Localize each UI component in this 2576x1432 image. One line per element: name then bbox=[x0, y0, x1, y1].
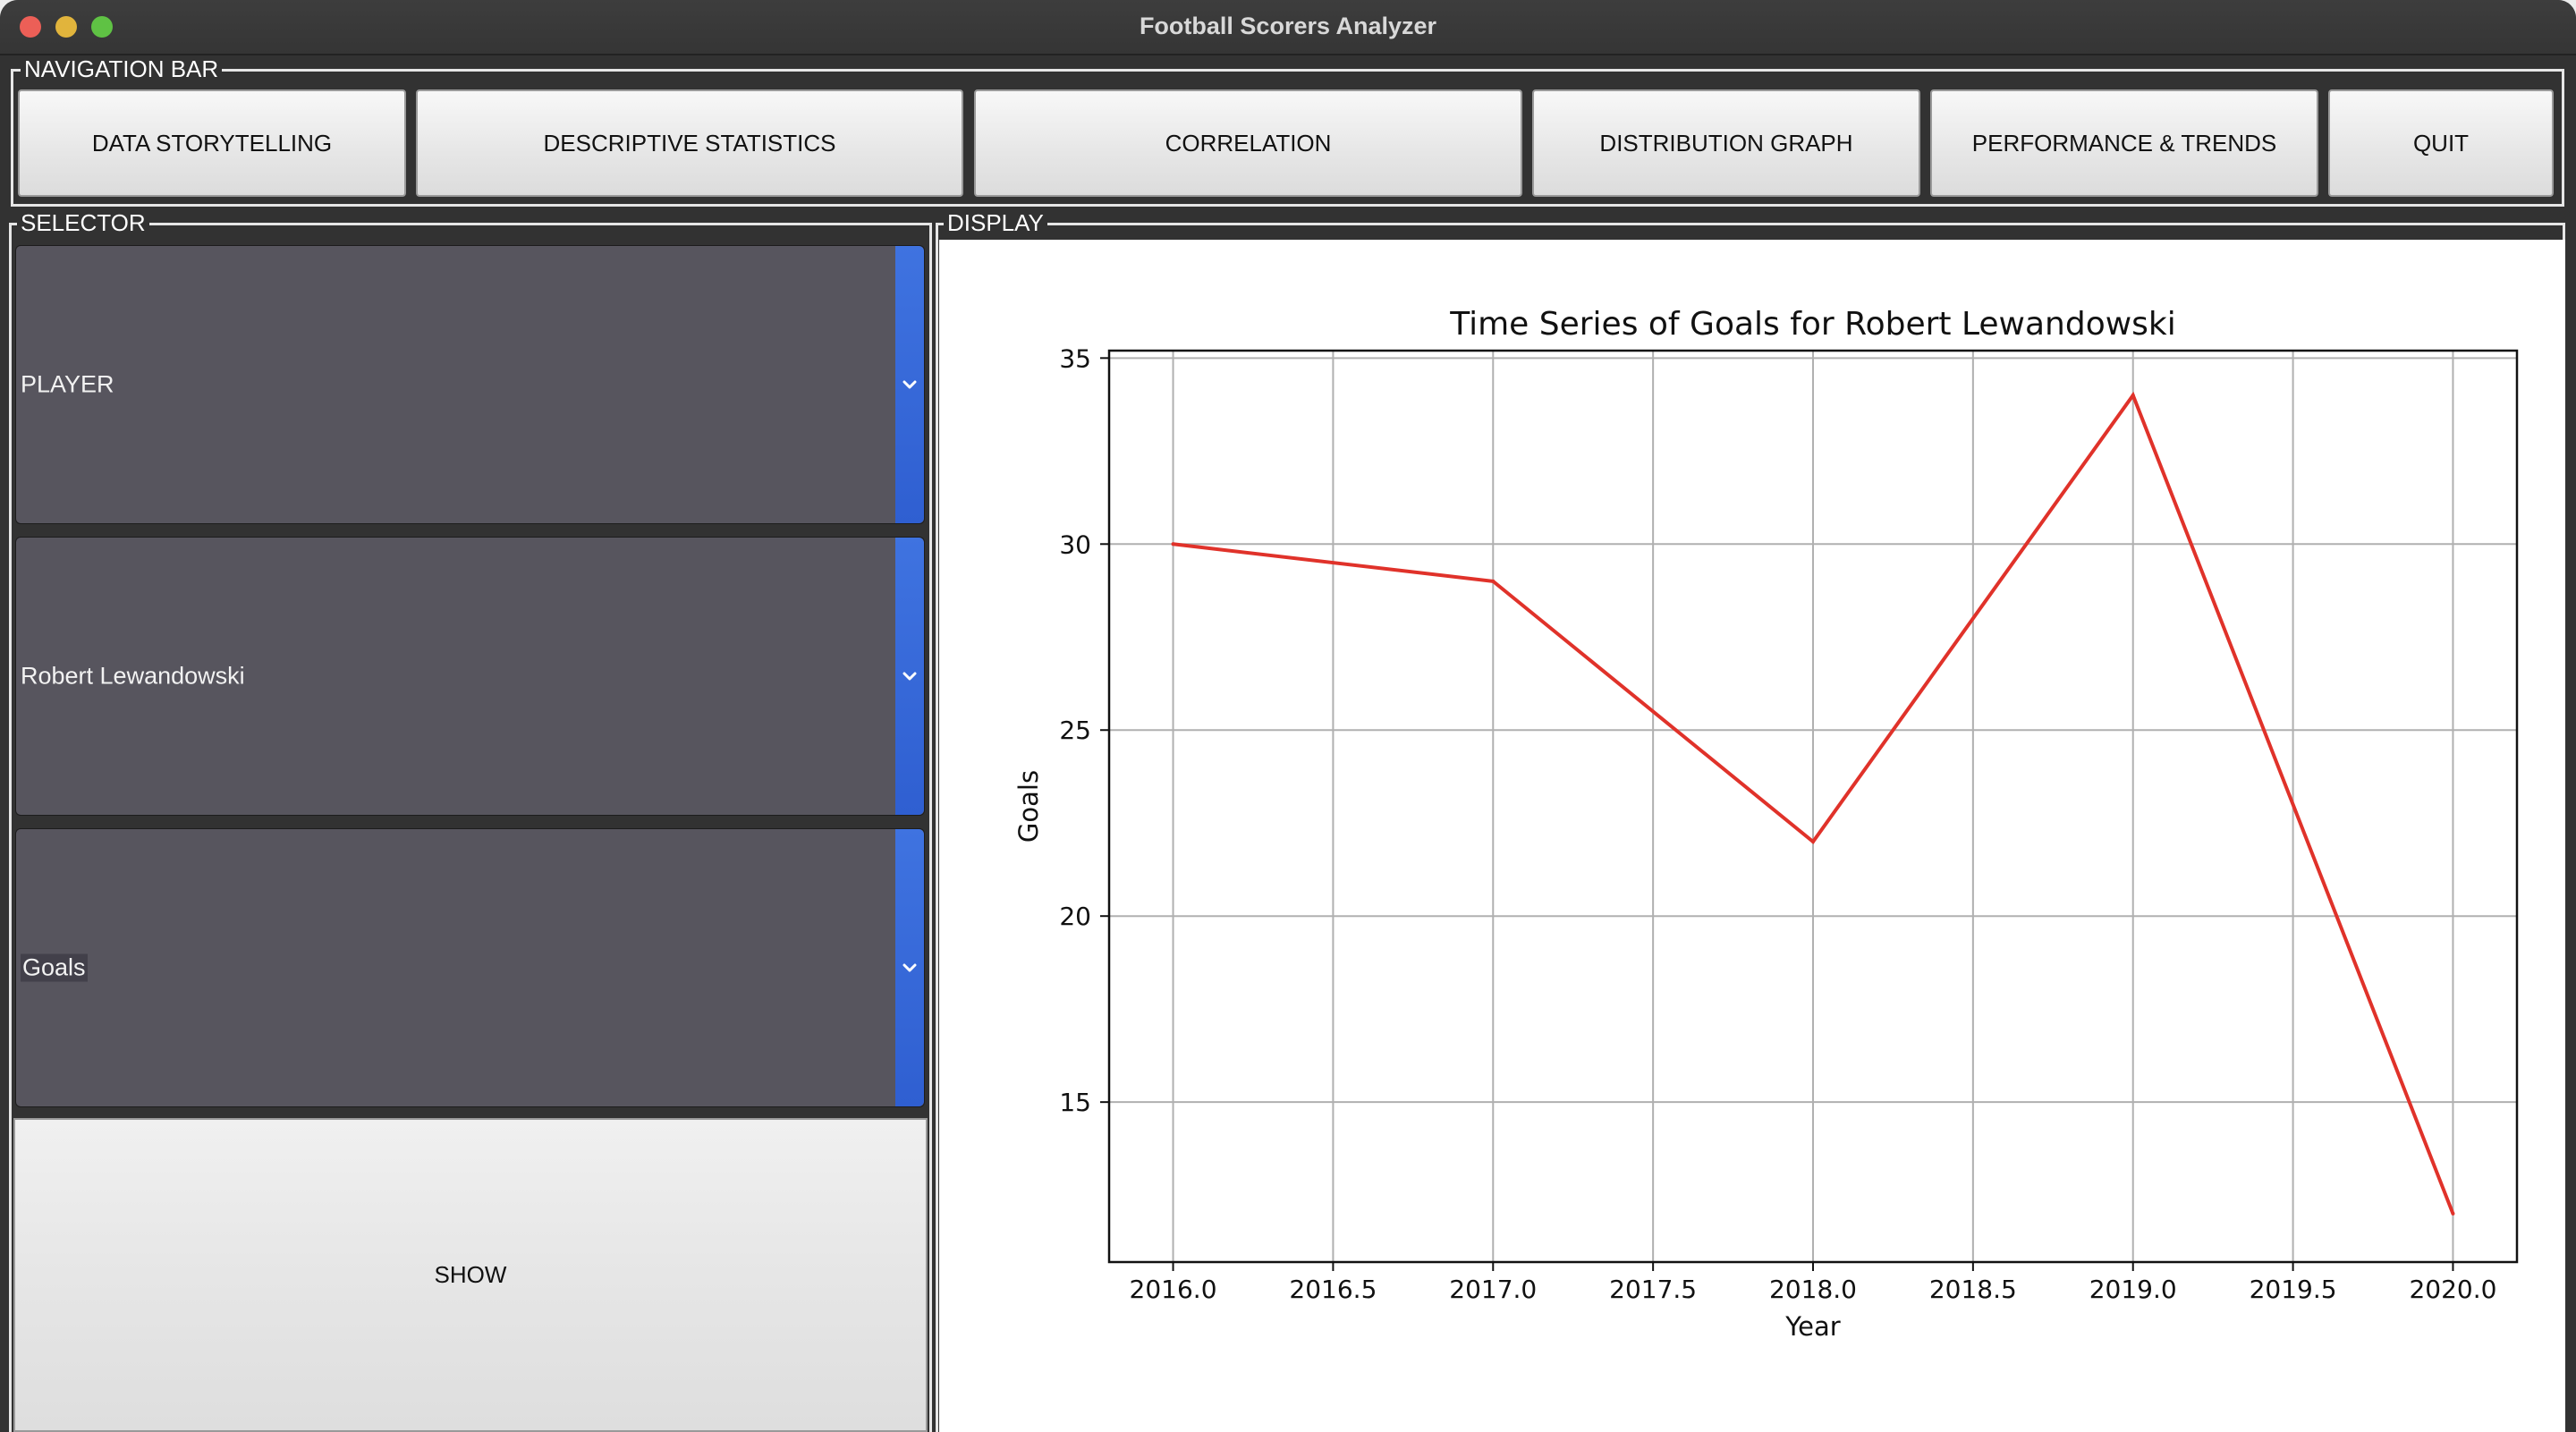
chevron-down-icon[interactable] bbox=[895, 538, 924, 815]
window-title: Football Scorers Analyzer bbox=[1139, 13, 1437, 39]
x-tick-label: 2020.0 bbox=[2409, 1275, 2496, 1304]
chevron-down-icon[interactable] bbox=[895, 829, 924, 1106]
y-tick-label: 30 bbox=[1059, 530, 1091, 559]
metric-combobox[interactable]: Goals bbox=[15, 828, 925, 1107]
player-combobox[interactable]: Robert Lewandowski bbox=[15, 537, 925, 816]
chart-title: Time Series of Goals for Robert Lewandow… bbox=[1449, 306, 2176, 343]
show-button[interactable]: SHOW bbox=[13, 1118, 928, 1432]
data-point bbox=[1171, 542, 1175, 547]
navigation-bar-label: NAVIGATION BAR bbox=[21, 55, 223, 82]
x-tick-label: 2019.0 bbox=[2089, 1275, 2177, 1304]
app-window: Football Scorers Analyzer NAVIGATION BAR… bbox=[0, 0, 2576, 1432]
selector-label: SELECTOR bbox=[17, 209, 149, 236]
chevron-down-icon[interactable] bbox=[895, 246, 924, 523]
metric-combobox-value: Goals bbox=[21, 953, 88, 982]
category-combobox[interactable]: PLAYER bbox=[15, 245, 925, 524]
title-bar: Football Scorers Analyzer bbox=[0, 0, 2576, 55]
quit-button[interactable]: QUIT bbox=[2328, 89, 2554, 197]
data-point bbox=[2451, 1211, 2455, 1216]
category-combobox-value: PLAYER bbox=[21, 370, 114, 398]
nav-button-data-storytelling[interactable]: DATA STORYTELLING bbox=[18, 89, 406, 197]
y-axis-label: Goals bbox=[1013, 770, 1044, 843]
display-label: DISPLAY bbox=[944, 209, 1047, 236]
x-tick-label: 2018.5 bbox=[1929, 1275, 2017, 1304]
x-tick-label: 2017.5 bbox=[1609, 1275, 1697, 1304]
y-tick-label: 35 bbox=[1059, 343, 1091, 373]
nav-button-performance-trends[interactable]: PERFORMANCE & TRENDS bbox=[1930, 89, 2318, 197]
y-tick-label: 15 bbox=[1059, 1088, 1091, 1117]
x-tick-label: 2016.0 bbox=[1130, 1275, 1217, 1304]
x-axis-label: Year bbox=[1784, 1311, 1840, 1342]
player-combobox-value: Robert Lewandowski bbox=[21, 662, 245, 690]
data-point bbox=[2131, 393, 2135, 397]
x-tick-label: 2016.5 bbox=[1289, 1275, 1377, 1304]
nav-button-correlation[interactable]: CORRELATION bbox=[974, 89, 1522, 197]
x-tick-label: 2018.0 bbox=[1769, 1275, 1857, 1304]
x-tick-label: 2019.5 bbox=[2250, 1275, 2337, 1304]
data-point bbox=[1811, 840, 1815, 844]
nav-button-distribution-graph[interactable]: DISTRIBUTION GRAPH bbox=[1532, 89, 1920, 197]
x-tick-label: 2017.0 bbox=[1449, 1275, 1537, 1304]
y-tick-label: 20 bbox=[1059, 902, 1091, 931]
data-point bbox=[1491, 579, 1496, 583]
nav-button-descriptive-statistics[interactable]: DESCRIPTIVE STATISTICS bbox=[416, 89, 963, 197]
display-panel: 2016.0 2016.5 2017.0 2017.5 2018.0 2018.5 2019… bbox=[939, 240, 2565, 1432]
y-tick-label: 25 bbox=[1059, 716, 1091, 745]
goals-time-series-chart: 2016.0 2016.5 2017.0 2017.5 2018.0 2018.5 2019… bbox=[1013, 306, 2519, 1342]
